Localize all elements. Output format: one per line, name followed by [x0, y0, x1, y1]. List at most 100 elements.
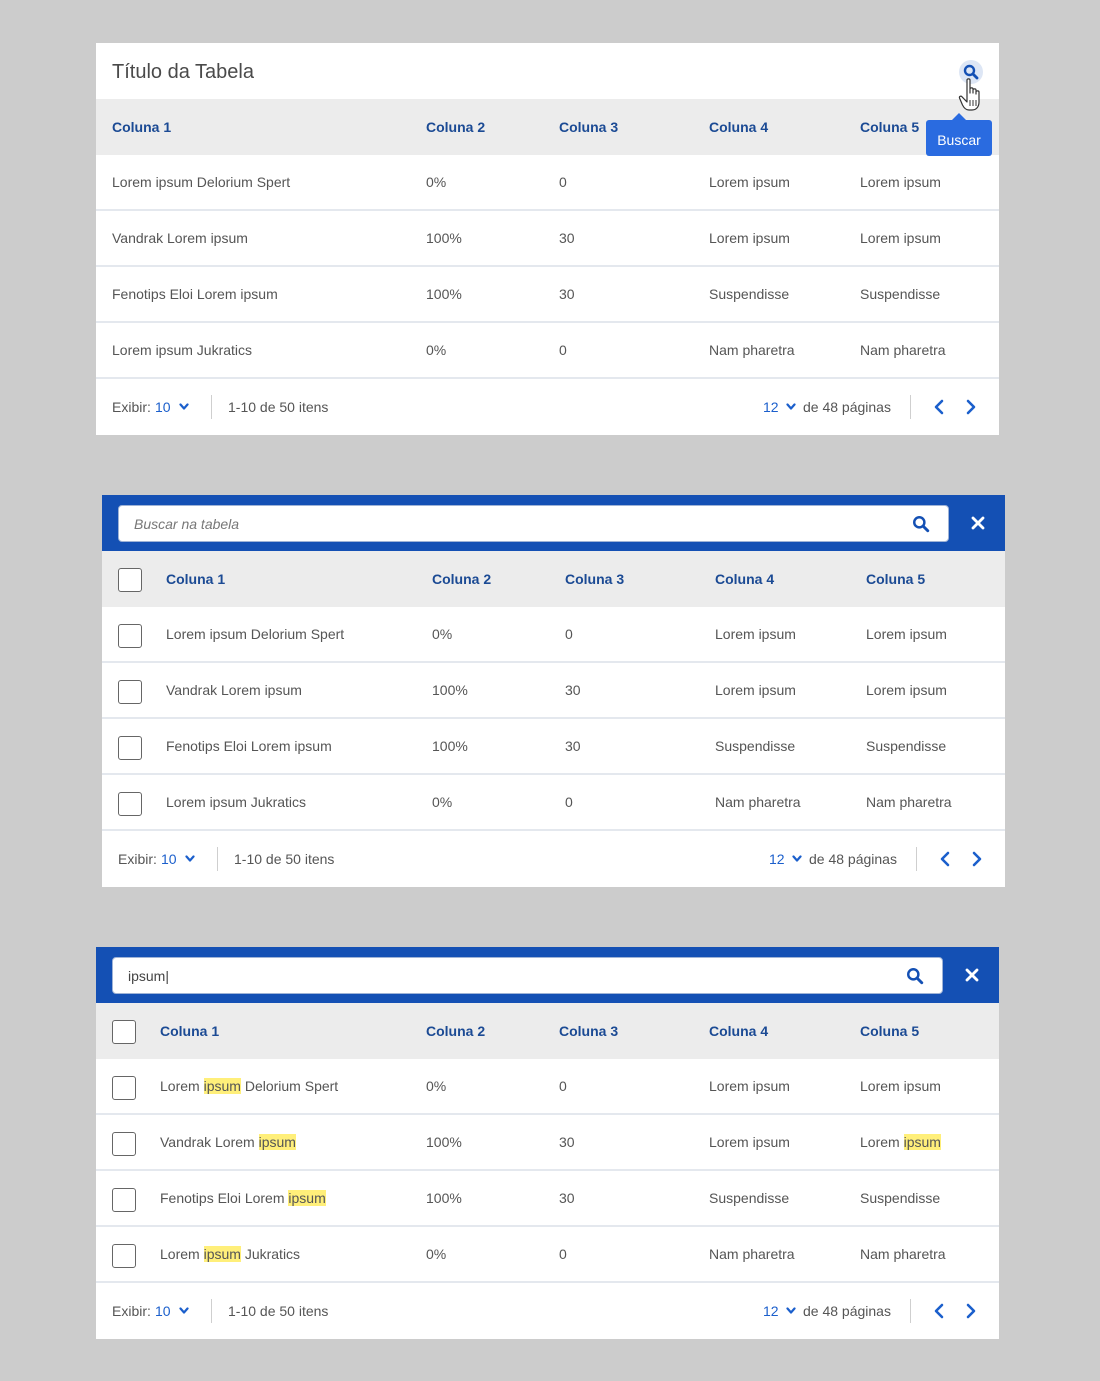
column-header[interactable]: Coluna 2 — [426, 1023, 485, 1039]
search-input[interactable]: ipsum| — [112, 957, 943, 994]
column-header[interactable]: Coluna 2 — [432, 571, 491, 587]
table-cell: Lorem ipsum — [709, 1078, 790, 1094]
column-header[interactable]: Coluna 2 — [426, 119, 485, 135]
column-header[interactable]: Coluna 3 — [559, 1023, 618, 1039]
table-row[interactable]: Vandrak Lorem ipsum 100% 30 Lorem ipsum Lore… — [96, 1115, 999, 1171]
chevron-down-icon[interactable] — [185, 855, 195, 863]
table-cell: 0 — [559, 342, 567, 358]
divider — [211, 1299, 212, 1323]
search-bar: ipsum| — [96, 947, 999, 1003]
search-placeholder: Buscar na tabela — [134, 516, 240, 532]
table-cell: 30 — [565, 682, 581, 698]
column-header[interactable]: Coluna 1 — [160, 1023, 219, 1039]
table-row[interactable]: Lorem ipsum Delorium Spert 0% 0 Lorem ip… — [96, 155, 999, 211]
chevron-right-icon[interactable] — [965, 1303, 977, 1319]
items-per-page-select[interactable]: 10 — [155, 1303, 171, 1319]
table-row[interactable]: Lorem ipsum Jukratics 0% 0 Nam pharetra … — [96, 323, 999, 379]
table-cell: 0 — [565, 794, 573, 810]
column-header[interactable]: Coluna 4 — [715, 571, 774, 587]
chevron-down-icon[interactable] — [179, 403, 189, 411]
table-row[interactable]: Fenotips Eloi Lorem ipsum 100% 30 Suspen… — [102, 719, 1005, 775]
search-highlight: ipsum — [258, 1134, 296, 1150]
items-per-page-select[interactable]: 10 — [155, 399, 171, 415]
search-icon[interactable] — [906, 967, 924, 985]
row-checkbox[interactable] — [118, 792, 142, 816]
column-header[interactable]: Coluna 5 — [860, 119, 919, 135]
table-row[interactable]: Vandrak Lorem ipsum 100% 30 Lorem ipsum … — [102, 663, 1005, 719]
table-cell: 0 — [559, 1246, 567, 1262]
table-cell: Lorem ipsum — [860, 1078, 941, 1094]
table-cell: Lorem ipsum — [860, 230, 941, 246]
items-per-page-select[interactable]: 10 — [161, 851, 177, 867]
hand-cursor-icon — [958, 78, 980, 111]
table-row[interactable]: Lorem ipsum Delorium Spert 0% 0 Lorem ipsum… — [96, 1059, 999, 1115]
row-checkbox[interactable] — [118, 624, 142, 648]
row-checkbox[interactable] — [112, 1188, 136, 1212]
page-select[interactable]: 12 — [763, 399, 779, 415]
chevron-left-icon[interactable] — [933, 399, 945, 415]
table-row[interactable]: Lorem ipsum Jukratics 0% 0 Nam pharetra Nam … — [96, 1227, 999, 1283]
table-row[interactable]: Fenotips Eloi Lorem ipsum 100% 30 Suspen… — [96, 267, 999, 323]
table-cell: Lorem ipsum Delorium Spert — [160, 1078, 338, 1094]
table-cell: 0 — [559, 174, 567, 190]
row-checkbox[interactable] — [112, 1076, 136, 1100]
table-cell: 0% — [426, 174, 447, 190]
column-header[interactable]: Coluna 3 — [565, 571, 624, 587]
search-icon[interactable] — [912, 515, 930, 533]
column-header[interactable]: Coluna 4 — [709, 1023, 768, 1039]
table-header: Coluna 1 Coluna 2 Coluna 3 Coluna 4 Colu… — [96, 99, 999, 155]
table-cell: 30 — [565, 738, 581, 754]
table-row[interactable]: Fenotips Eloi Lorem ipsum 100% 30 Suspendis… — [96, 1171, 999, 1227]
table-cell: Lorem ipsum — [866, 682, 947, 698]
table-cell: Lorem ipsum — [860, 1134, 941, 1150]
table-cell: 100% — [432, 738, 468, 754]
row-checkbox[interactable] — [112, 1244, 136, 1268]
table-panel-search-open: Buscar na tabela Coluna 1 Coluna 2 Colun… — [102, 495, 1005, 887]
chevron-left-icon[interactable] — [933, 1303, 945, 1319]
table-cell: Lorem ipsum Delorium Spert — [166, 626, 345, 642]
table-cell: Nam pharetra — [860, 342, 946, 358]
chevron-right-icon[interactable] — [965, 399, 977, 415]
close-icon[interactable] — [970, 515, 986, 531]
page-select[interactable]: 12 — [763, 1303, 779, 1319]
table-cell: Lorem ipsum Jukratics — [160, 1246, 300, 1262]
column-header[interactable]: Coluna 5 — [860, 1023, 919, 1039]
select-all-checkbox[interactable] — [118, 568, 142, 592]
chevron-down-icon[interactable] — [792, 855, 802, 863]
table-row[interactable]: Vandrak Lorem ipsum 100% 30 Lorem ipsum … — [96, 211, 999, 267]
column-header[interactable]: Coluna 1 — [112, 119, 171, 135]
column-header[interactable]: Coluna 3 — [559, 119, 618, 135]
table-cell: 0% — [432, 794, 453, 810]
page-select[interactable]: 12 — [769, 851, 785, 867]
table-footer: Exibir: 10 1-10 de 50 itens 12 de 48 pág… — [96, 379, 999, 435]
column-header[interactable]: Coluna 5 — [866, 571, 925, 587]
chevron-down-icon[interactable] — [786, 1307, 796, 1315]
column-header[interactable]: Coluna 1 — [166, 571, 225, 587]
row-checkbox[interactable] — [118, 680, 142, 704]
cell-text: Lorem — [160, 1246, 204, 1262]
table-cell: 30 — [559, 1134, 575, 1150]
search-input[interactable]: Buscar na tabela — [118, 505, 949, 542]
chevron-left-icon[interactable] — [939, 851, 951, 867]
row-checkbox[interactable] — [118, 736, 142, 760]
table-cell: 0% — [426, 342, 447, 358]
table-row[interactable]: Lorem ipsum Jukratics 0% 0 Nam pharetra … — [102, 775, 1005, 831]
chevron-right-icon[interactable] — [971, 851, 983, 867]
table-cell: Fenotips Eloi Lorem ipsum — [112, 286, 278, 302]
table-row[interactable]: Lorem ipsum Delorium Spert 0% 0 Lorem ip… — [102, 607, 1005, 663]
select-all-checkbox[interactable] — [112, 1020, 136, 1044]
table-cell: 100% — [426, 1190, 462, 1206]
column-header[interactable]: Coluna 4 — [709, 119, 768, 135]
divider — [916, 847, 917, 871]
table-cell: 30 — [559, 286, 575, 302]
chevron-down-icon[interactable] — [786, 403, 796, 411]
table-cell: Nam pharetra — [709, 342, 795, 358]
items-range-text: 1-10 de 50 itens — [228, 1303, 329, 1319]
row-checkbox[interactable] — [112, 1132, 136, 1156]
chevron-down-icon[interactable] — [179, 1307, 189, 1315]
close-icon[interactable] — [964, 967, 980, 983]
table-cell: Vandrak Lorem ipsum — [166, 682, 302, 698]
table-cell: Nam pharetra — [866, 794, 952, 810]
table-footer: Exibir: 10 1-10 de 50 itens 12 de 48 pág… — [102, 831, 1005, 887]
table-cell: Suspendisse — [860, 286, 941, 302]
